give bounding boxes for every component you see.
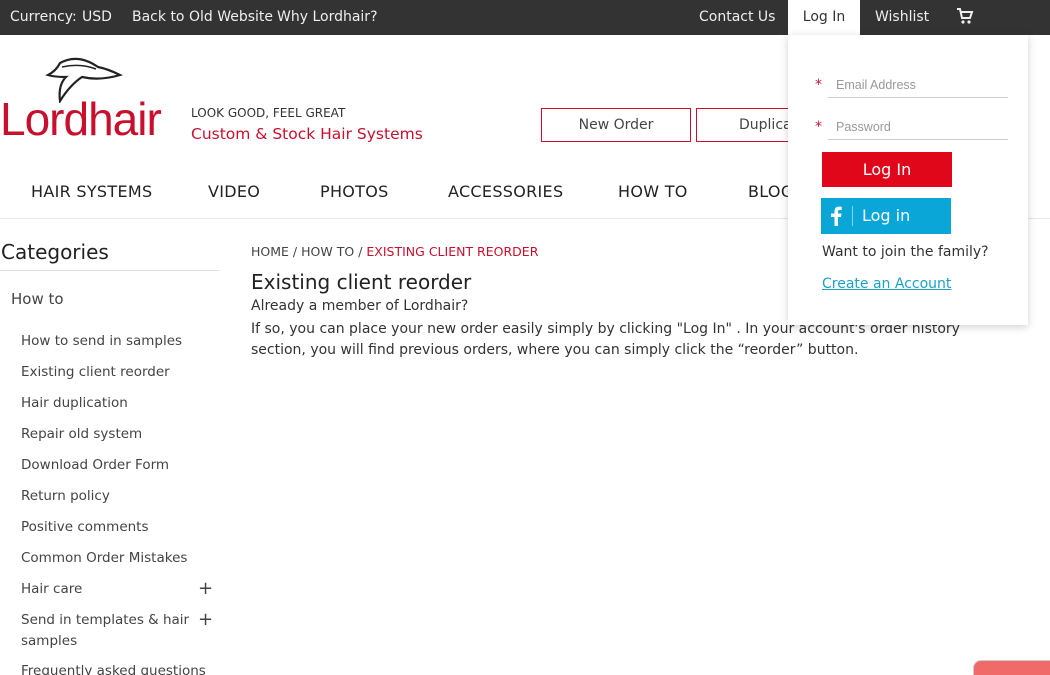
sidebar-item-existing-client-reorder[interactable]: Existing client reorder [21, 362, 196, 383]
breadcrumb-home[interactable]: HOME [251, 244, 289, 259]
facebook-login-button[interactable]: Log in [821, 198, 951, 234]
top-bar: Currency: USD Back to Old Website Why Lo… [0, 0, 1050, 35]
currency-label: Currency: [10, 9, 77, 25]
nav-photos[interactable]: PHOTOS [320, 182, 389, 201]
tagline: LOOK GOOD, FEEL GREAT [191, 106, 346, 120]
sidebar-section-how-to[interactable]: How to [11, 290, 64, 308]
facebook-divider [852, 206, 853, 226]
categories-divider [0, 270, 219, 271]
breadcrumb: HOME / HOW TO / EXISTING CLIENT REORDER [251, 244, 538, 259]
password-required-mark: * [815, 119, 822, 135]
cart-icon[interactable] [956, 7, 974, 29]
facebook-icon [830, 206, 842, 230]
why-lordhair-link[interactable]: Why Lordhair? [277, 9, 378, 25]
join-family-text: Want to join the family? [822, 244, 989, 260]
wishlist-link[interactable]: Wishlist [875, 9, 929, 25]
breadcrumb-separator: / [358, 244, 363, 259]
content-line-1: Already a member of Lordhair? [251, 298, 469, 314]
breadcrumb-separator: / [292, 244, 298, 259]
sidebar-item-download-order-form[interactable]: Download Order Form [21, 455, 196, 476]
login-submit-button[interactable]: Log In [822, 152, 952, 187]
sidebar-item-return-policy[interactable]: Return policy [21, 486, 196, 507]
create-account-link[interactable]: Create an Account [822, 276, 951, 292]
login-dropdown: * * Log In Log in Want to join the famil… [788, 35, 1028, 325]
sidebar-item-hair-care[interactable]: Hair care [21, 579, 196, 600]
sidebar-item-faq[interactable]: Frequently asked questions [21, 661, 221, 675]
sidebar-item-positive-comments[interactable]: Positive comments [21, 517, 196, 538]
chat-widget-tab[interactable] [973, 660, 1050, 675]
nav-video[interactable]: VIDEO [208, 182, 260, 201]
sidebar-item-common-order-mistakes[interactable]: Common Order Mistakes [21, 548, 196, 569]
expand-hair-care-icon[interactable]: + [198, 580, 213, 598]
sidebar-item-send-samples[interactable]: How to send in samples [21, 331, 196, 352]
email-required-mark: * [815, 77, 822, 93]
currency-selector[interactable]: USD [82, 9, 112, 25]
nav-accessories[interactable]: ACCESSORIES [448, 182, 563, 201]
contact-us-link[interactable]: Contact Us [699, 9, 775, 25]
sidebar-item-repair-old-system[interactable]: Repair old system [21, 424, 196, 445]
subtagline: Custom & Stock Hair Systems [191, 125, 423, 143]
sidebar-item-hair-duplication[interactable]: Hair duplication [21, 393, 196, 414]
login-tab[interactable]: Log In [788, 0, 860, 35]
email-field[interactable] [828, 72, 1008, 98]
sidebar-item-send-templates[interactable]: Send in templates & hair samples [21, 610, 196, 652]
breadcrumb-current: EXISTING CLIENT REORDER [366, 244, 539, 259]
facebook-login-label: Log in [862, 206, 911, 225]
content-line-2: If so, you can place your new order easi… [251, 321, 960, 358]
breadcrumb-how-to[interactable]: HOW TO [301, 244, 354, 259]
login-submit-label: Log In [862, 160, 912, 179]
password-field[interactable] [828, 114, 1008, 140]
categories-title: Categories [1, 240, 109, 264]
nav-how-to[interactable]: HOW TO [618, 182, 688, 201]
new-order-button[interactable]: New Order [541, 108, 691, 142]
logo-text[interactable]: Lordhair [0, 96, 162, 142]
expand-send-templates-icon[interactable]: + [198, 611, 213, 629]
back-to-old-website-link[interactable]: Back to Old Website [132, 9, 273, 25]
nav-blog[interactable]: BLOG [748, 182, 794, 201]
nav-hair-systems[interactable]: HAIR SYSTEMS [31, 182, 152, 201]
page-title: Existing client reorder [251, 270, 472, 294]
